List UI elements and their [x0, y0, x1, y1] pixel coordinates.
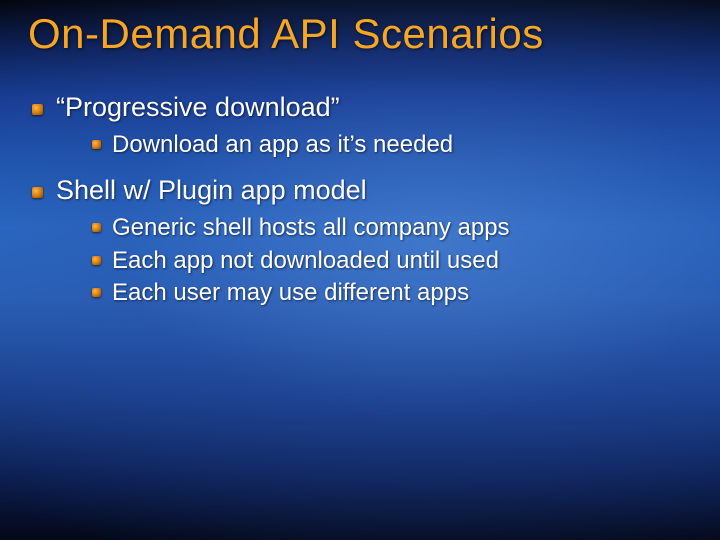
list-item-label: Shell w/ Plugin app model: [56, 175, 367, 205]
slide: On-Demand API Scenarios “Progressive dow…: [0, 0, 720, 540]
list-item: Each user may use different apps: [90, 277, 692, 309]
list-item: Each app not downloaded until used: [90, 245, 692, 277]
list-item-label: Generic shell hosts all company apps: [112, 214, 510, 241]
list-item: Shell w/ Plugin app model Generic shell …: [30, 175, 692, 309]
list-item: Generic shell hosts all company apps: [90, 212, 692, 244]
list-item-label: “Progressive download”: [56, 92, 340, 122]
list-item-label: Download an app as it’s needed: [112, 131, 453, 158]
slide-title: On-Demand API Scenarios: [28, 10, 692, 58]
bullet-list-level1: “Progressive download” Download an app a…: [28, 92, 692, 310]
list-item-label: Each user may use different apps: [112, 279, 469, 306]
list-item: “Progressive download” Download an app a…: [30, 92, 692, 161]
bullet-list-level2: Generic shell hosts all company apps Eac…: [56, 212, 692, 309]
list-item: Download an app as it’s needed: [90, 129, 692, 161]
list-item-label: Each app not downloaded until used: [112, 247, 499, 274]
bullet-list-level2: Download an app as it’s needed: [56, 129, 692, 161]
